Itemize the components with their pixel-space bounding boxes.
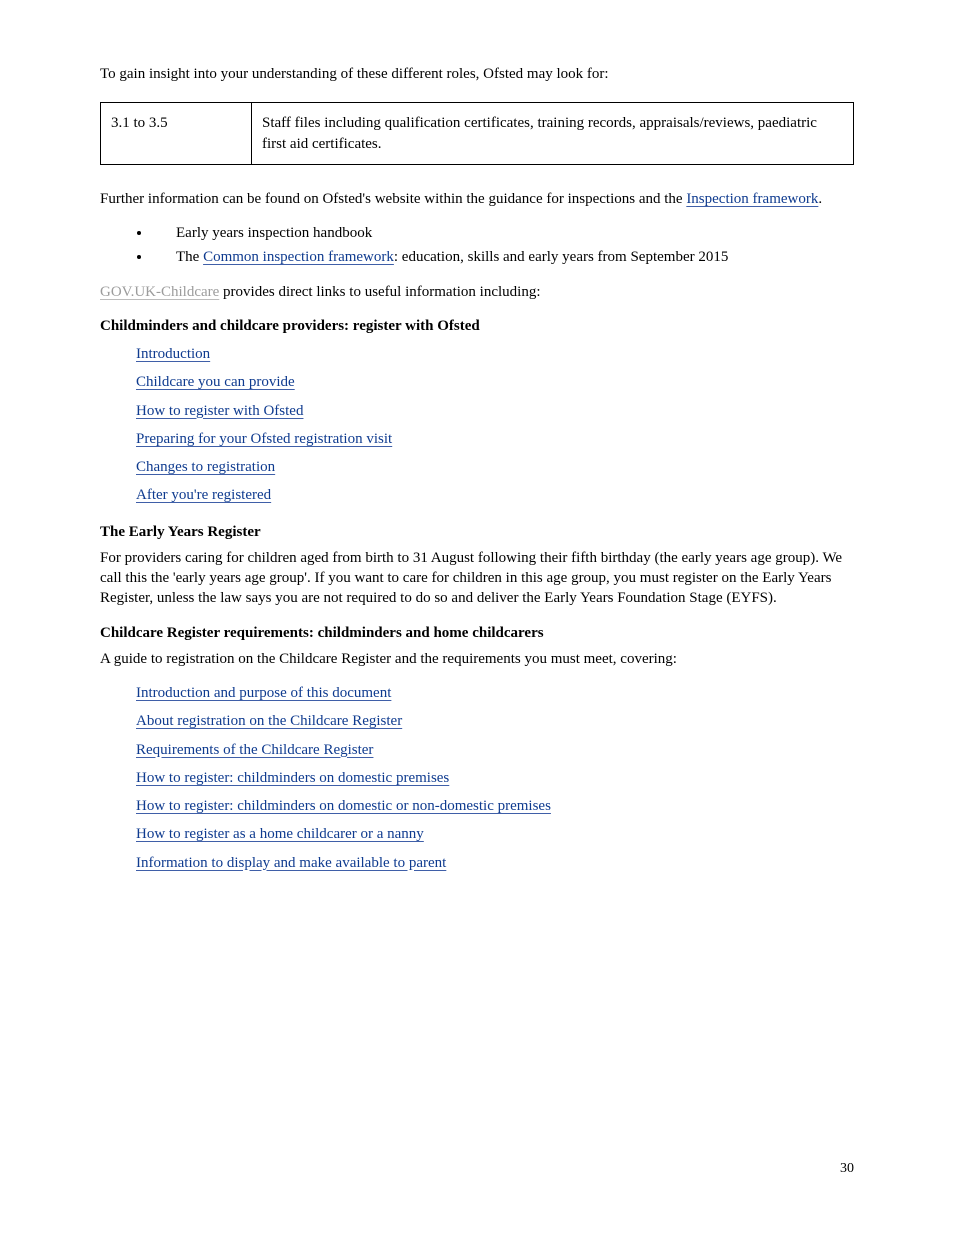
framework-bullet-list: Early years inspection handbook The Comm… — [100, 223, 854, 268]
govuk-paragraph: GOV.UK-Childcare provides direct links t… — [100, 282, 854, 302]
section-childcare-register-head: Childcare Register requirements: childmi… — [100, 623, 854, 643]
govuk-paragraph-tail: provides direct links to useful informat… — [219, 284, 540, 300]
lead-paragraph: To gain insight into your understanding … — [100, 64, 854, 84]
bullet-2-pre: The — [176, 249, 203, 265]
ccr-link-register-domestic[interactable]: How to register: childminders on domesti… — [136, 770, 449, 786]
section-childcare-register-links: Introduction and purpose of this documen… — [100, 683, 854, 873]
ccr-link-introduction[interactable]: Introduction and purpose of this documen… — [136, 685, 391, 701]
ccr-link-information-display[interactable]: Information to display and make availabl… — [136, 855, 446, 871]
section-childcare-register-body: A guide to registration on the Childcare… — [100, 649, 854, 669]
ofsted-link-after-registered[interactable]: After you're registered — [136, 487, 271, 503]
common-inspection-framework-link[interactable]: Common inspection framework — [203, 249, 394, 265]
ofsted-link-childcare-provide[interactable]: Childcare you can provide — [136, 374, 295, 390]
brief-paragraph-1: Further information can be found on Ofst… — [100, 189, 854, 209]
section-childcare-register-requirements: Childcare Register requirements: childmi… — [100, 623, 854, 873]
inspection-framework-link[interactable]: Inspection framework — [686, 191, 818, 207]
ofsted-link-introduction[interactable]: Introduction — [136, 346, 210, 362]
ofsted-link-preparing-visit[interactable]: Preparing for your Ofsted registration v… — [136, 431, 392, 447]
section-early-years-register: The Early Years Register For providers c… — [100, 522, 854, 609]
ccr-link-requirements[interactable]: Requirements of the Childcare Register — [136, 742, 373, 758]
ccr-link-register-home-childcarer[interactable]: How to register as a home childcarer or … — [136, 826, 424, 842]
bullet-inspection-handbook: Early years inspection handbook — [152, 223, 854, 243]
section-early-years-register-body: For providers caring for children aged f… — [100, 548, 854, 609]
ofsted-link-how-register[interactable]: How to register with Ofsted — [136, 403, 303, 419]
section-early-years-register-head: The Early Years Register — [100, 522, 854, 542]
section-register-ofsted-links: Introduction Childcare you can provide H… — [100, 344, 854, 506]
govuk-childcare-link[interactable]: GOV.UK-Childcare — [100, 284, 219, 300]
section-register-ofsted-head: Childminders and childcare providers: re… — [100, 316, 854, 336]
ccr-link-about-registration[interactable]: About registration on the Childcare Regi… — [136, 713, 402, 729]
table-cell-range: 3.1 to 3.5 — [101, 103, 252, 165]
brief-paragraph-1-tail: . — [818, 191, 822, 207]
ofsted-link-changes-registration[interactable]: Changes to registration — [136, 459, 275, 475]
ccr-link-register-domestic-nondomestic[interactable]: How to register: childminders on domesti… — [136, 798, 551, 814]
brief-paragraph-1-text: Further information can be found on Ofst… — [100, 191, 683, 207]
section-register-ofsted: Childminders and childcare providers: re… — [100, 316, 854, 506]
page-number: 30 — [840, 1160, 854, 1179]
evidence-table: 3.1 to 3.5 Staff files including qualifi… — [100, 102, 854, 165]
page-root: To gain insight into your understanding … — [0, 0, 954, 1235]
table-cell-desc: Staff files including qualification cert… — [252, 103, 854, 165]
bullet-2-post: : education, skills and early years from… — [394, 249, 729, 265]
bullet-common-framework: The Common inspection framework: educati… — [152, 247, 854, 267]
